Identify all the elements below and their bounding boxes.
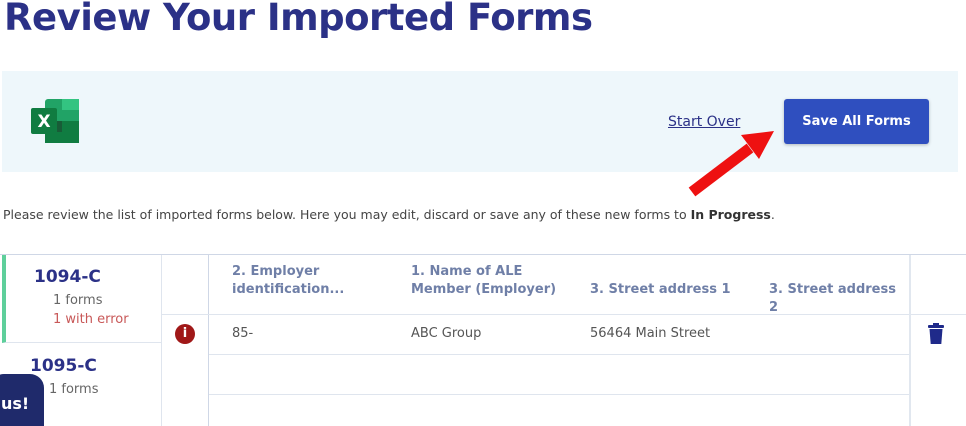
cell-ein[interactable]: 85-	[232, 326, 253, 341]
error-icon[interactable]: i	[175, 324, 195, 344]
status-column-header	[162, 255, 209, 315]
column-header-ein[interactable]: 2. Employer identification...	[232, 263, 344, 299]
instructions-text: Please review the list of imported forms…	[3, 207, 775, 222]
form-count: 1 forms	[49, 382, 99, 397]
import-bar: X Start Over Save All Forms	[2, 71, 958, 172]
form-type-title: 1094-C	[34, 267, 101, 287]
form-count: 1 forms	[53, 293, 103, 308]
action-column	[909, 255, 966, 426]
table-row[interactable]: 85- ABC Group 56464 Main Street	[209, 315, 909, 355]
cell-ale-name[interactable]: ABC Group	[411, 326, 481, 341]
table-header-row: 2. Employer identification... 1. Name of …	[209, 255, 909, 315]
delete-row-trash-icon[interactable]	[927, 323, 945, 345]
forms-panel: 1094-C 1 forms 1 with error 1095-C 1 for…	[0, 254, 966, 426]
form-type-item-1094c[interactable]: 1094-C 1 forms 1 with error	[2, 255, 162, 343]
excel-file-icon: X	[31, 99, 79, 143]
status-in-progress: In Progress	[690, 207, 771, 222]
form-type-title: 1095-C	[30, 356, 97, 376]
imported-forms-table: 2. Employer identification... 1. Name of …	[209, 255, 909, 426]
red-arrow-icon	[688, 131, 774, 197]
chat-widget-button[interactable]: us!	[0, 374, 44, 426]
chat-widget-label: us!	[1, 394, 30, 413]
action-column-header	[911, 255, 966, 315]
save-all-forms-button[interactable]: Save All Forms	[784, 99, 929, 144]
form-error-count: 1 with error	[53, 312, 129, 327]
column-header-street-1[interactable]: 3. Street address 1	[590, 281, 731, 299]
status-column: i	[162, 255, 209, 426]
cell-street-1[interactable]: 56464 Main Street	[590, 326, 710, 341]
svg-text:X: X	[37, 112, 50, 132]
column-header-street-2[interactable]: 3. Street address 2	[769, 281, 909, 317]
table-row-empty	[209, 355, 909, 395]
column-header-ale-name[interactable]: 1. Name of ALE Member (Employer)	[411, 263, 556, 299]
page-title: Review Your Imported Forms	[4, 0, 593, 39]
